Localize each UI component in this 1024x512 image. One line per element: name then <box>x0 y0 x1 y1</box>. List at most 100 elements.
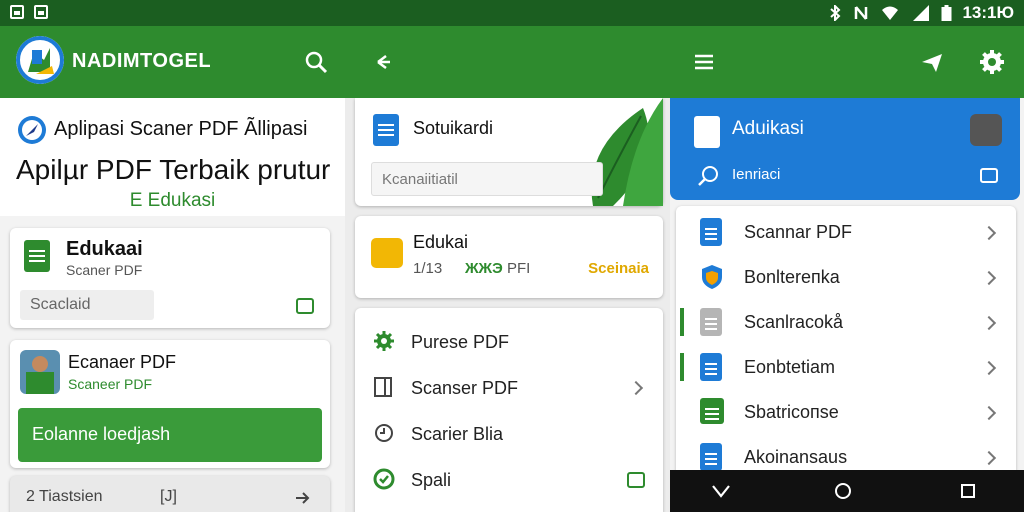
status-badge: Sceinaia <box>588 260 649 277</box>
green-doc-icon <box>24 240 50 272</box>
card-title: Sotuikardi <box>413 118 494 138</box>
chevron-right-icon <box>981 450 997 466</box>
clock-icon <box>375 424 393 442</box>
wifi-icon <box>882 6 899 20</box>
blue-doc-icon <box>700 218 722 246</box>
blue-doc-icon <box>700 443 722 471</box>
nfc-icon <box>855 6 868 20</box>
grey-doc-icon <box>700 308 722 336</box>
avatar <box>20 350 60 394</box>
selection-indicator <box>680 353 684 381</box>
header-search-text[interactable]: Ienriaci <box>732 166 780 183</box>
chevron-right-icon <box>981 315 997 331</box>
list-item-label: Akoinansaus <box>744 447 848 467</box>
status-bar: 13:1Ю <box>0 0 1024 26</box>
footer-left-text: 2 Tiastsien <box>26 488 103 505</box>
search-input[interactable]: Kcanaiitiatil <box>371 162 603 196</box>
recents-icon[interactable] <box>960 483 976 499</box>
meta-type: PFI <box>507 260 531 277</box>
search-icon <box>698 166 718 186</box>
badge-icon[interactable] <box>296 298 314 314</box>
app-logo[interactable] <box>16 36 64 84</box>
menu-item[interactable]: Scanser PDF <box>355 370 663 406</box>
hero-line-3: E Edukasi <box>129 190 216 211</box>
chevron-right-icon <box>981 405 997 421</box>
chevron-right-icon <box>981 225 997 241</box>
home-icon[interactable] <box>834 482 852 500</box>
search-card: Sotuikardi Kcanaiitiatil <box>355 98 663 206</box>
menu-item[interactable]: Scarier Blia <box>355 416 663 452</box>
hero-line-1: Aplipasi Scaner PDF Ãllipasi <box>54 118 308 140</box>
list-item-label: Scanlrаcokå <box>744 312 844 332</box>
chevron-right-icon <box>628 380 644 396</box>
scanner-card[interactable]: Ecanaer PDF Scaneer PDF Eolanne loedjash <box>10 340 330 468</box>
footer-mid-text: [J] <box>160 488 177 505</box>
menu-icon[interactable] <box>690 48 718 76</box>
collapse-icon[interactable] <box>370 48 398 76</box>
hero-header: Aplipasi Scaner PDF Ãllipasi Apilµr PDF … <box>0 98 345 216</box>
list-item[interactable]: Sbatricoпse <box>676 392 1016 434</box>
tab-icon[interactable] <box>980 168 998 183</box>
image-notification-icon <box>10 5 24 19</box>
card-title: Edukaai <box>66 238 143 260</box>
gear-icon <box>374 331 394 351</box>
arrow-icon[interactable] <box>294 490 310 506</box>
status-time: 13:1Ю <box>962 3 1014 22</box>
left-panel: Aplipasi Scaner PDF Ãllipasi Apilµr PDF … <box>0 98 345 512</box>
edukai-card[interactable]: Edukai 1/13 ЖЖЭ PFI Sceinaia <box>355 216 663 298</box>
check-circle-icon <box>373 468 395 490</box>
scan-field[interactable]: Scaclaid <box>20 290 154 320</box>
list-item[interactable]: Bonlterепka <box>676 257 1016 299</box>
send-icon[interactable] <box>918 48 946 76</box>
menu-item-label: Spali <box>411 470 452 490</box>
green-doc-icon <box>700 398 724 424</box>
list-item-label: Scannar PDF <box>744 222 853 242</box>
card-subtitle: Scaner PDF <box>66 262 143 278</box>
edukasi-card[interactable]: Edukaai Scaner PDF Scaclaid <box>10 228 330 328</box>
list-item[interactable]: Scannar PDF <box>676 212 1016 254</box>
right-panel: Aduikasi Ienriaci Scannar PDF Bonlterепk… <box>670 98 1024 512</box>
profile-avatar[interactable] <box>970 114 1002 146</box>
app-logo-icon <box>16 36 64 84</box>
document-icon <box>694 116 720 148</box>
list-item[interactable]: Scanlrаcokå <box>676 302 1016 344</box>
meta-count: 1/13 <box>413 260 443 277</box>
list-item-label: Sbatricoпse <box>744 402 839 422</box>
badge-icon <box>627 472 645 488</box>
menu-item-label: Purese PDF <box>411 332 510 352</box>
battery-icon <box>941 5 952 21</box>
app-title: NADIMTOGEL <box>72 50 212 72</box>
header-title: Aduikasi <box>732 118 804 139</box>
square-icon <box>374 377 392 397</box>
compass-icon <box>18 116 46 144</box>
back-icon[interactable] <box>710 482 732 500</box>
menu-item[interactable]: Purese PDF <box>355 324 663 360</box>
list-item-label: Eonbtetiam <box>744 357 836 377</box>
card-title: Ecanaer PDF <box>68 352 177 372</box>
meta-tag: ЖЖЭ <box>465 260 503 277</box>
blue-doc-icon <box>373 114 399 146</box>
menu-item[interactable]: Spali <box>355 462 663 498</box>
chevron-right-icon <box>981 270 997 286</box>
system-nav-bar <box>670 470 1024 512</box>
shield-icon <box>702 265 722 289</box>
menu-item-label: Scanser PDF <box>411 378 519 398</box>
card-title: Edukai <box>413 232 469 252</box>
app-bar: NADIMTOGEL <box>0 26 1024 98</box>
list-item[interactable]: Eonbtetiam <box>676 347 1016 389</box>
hero-line-2: Apilµr PDF Terbaik prutur <box>16 154 331 185</box>
chevron-right-icon <box>981 360 997 376</box>
list-item-label: Bonlterепka <box>744 267 840 287</box>
settings-icon[interactable] <box>978 48 1006 76</box>
middle-panel: Sotuikardi Kcanaiitiatil Edukai 1/13 ЖЖЭ… <box>345 98 670 512</box>
blue-doc-icon <box>700 353 722 381</box>
signal-icon <box>913 5 930 21</box>
menu-item-label: Scarier Blia <box>411 424 504 444</box>
selection-indicator <box>680 308 684 336</box>
search-icon[interactable] <box>302 48 330 76</box>
bluetooth-icon <box>830 5 841 21</box>
primary-action-button[interactable]: Eolanne loedjash <box>18 408 322 462</box>
blue-header-card: Aduikasi Ienriaci <box>670 98 1020 200</box>
footer-card[interactable]: 2 Tiastsien [J] <box>10 476 330 512</box>
card-subtitle: Scaneer PDF <box>68 376 153 392</box>
